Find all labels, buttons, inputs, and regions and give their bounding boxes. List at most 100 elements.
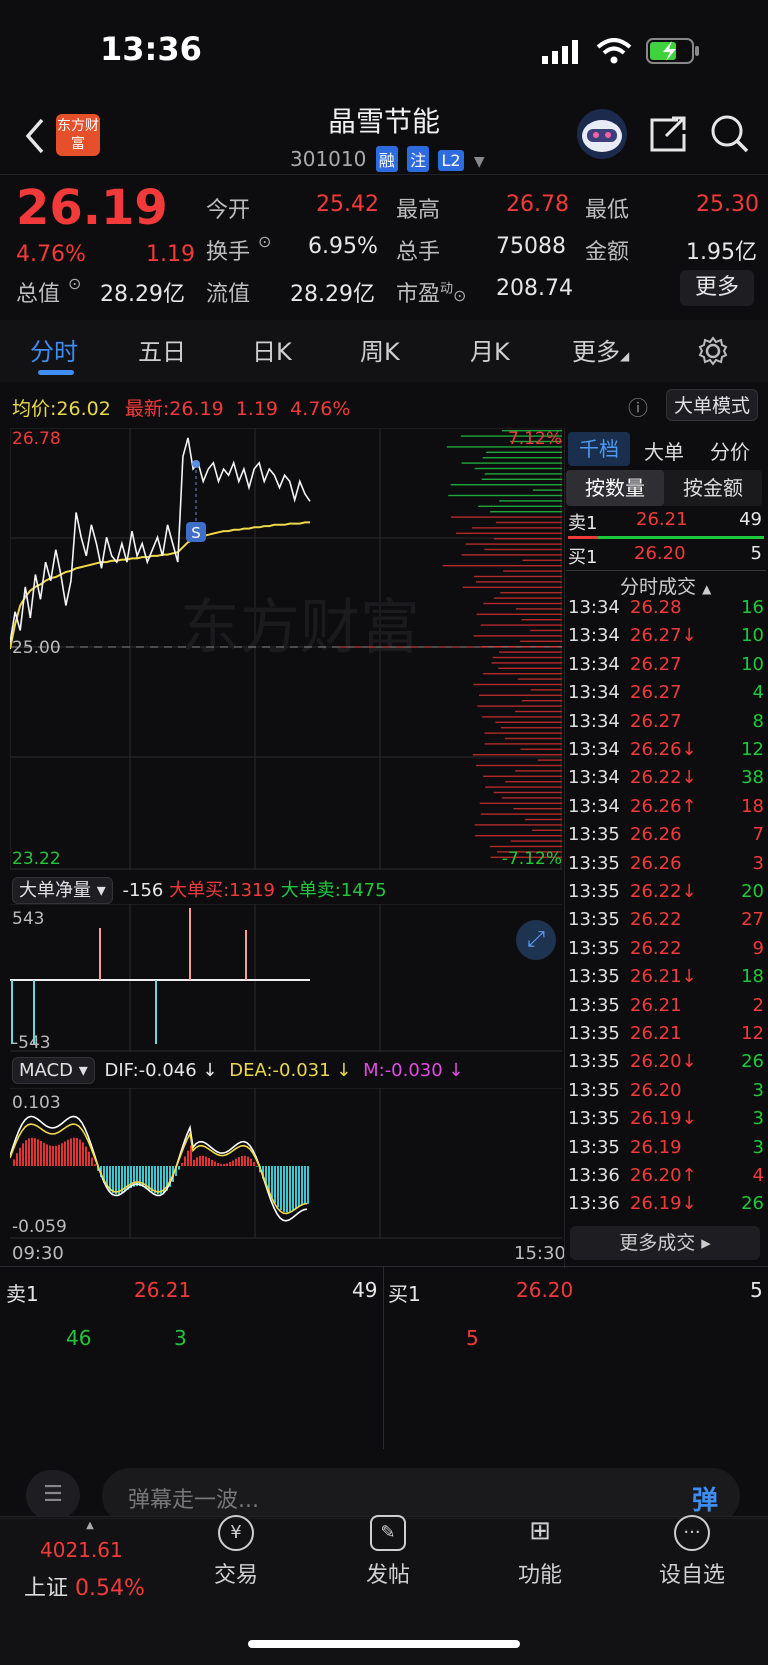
expand-icon[interactable]: ⤢ [516,920,556,960]
depth-bar [456,532,562,534]
trade-row: 13:35 26.21 2 [568,994,764,1016]
open-value: 25.42 [316,192,379,217]
tab-big-order[interactable]: 大单 [644,436,684,465]
macd-bar [229,1162,231,1166]
big-order-selector[interactable]: 大单净量 ▾ [12,877,113,904]
trade-row: 13:34 26.28 16 [568,597,764,618]
depth-bar [500,727,562,729]
macd-bar [193,1159,195,1166]
macd-bar [118,1166,120,1195]
x-label-start: 09:30 [12,1243,64,1264]
depth-bar [499,500,562,502]
depth-bar [482,716,562,718]
macd-bar [115,1166,117,1195]
more-button[interactable]: 更多 [680,270,754,306]
trade-row: 13:34 26.27 10 [568,653,764,675]
comment-list-icon[interactable]: ☰ [26,1470,80,1520]
info-icon[interactable]: ⊙ [68,274,81,293]
depth-bar [484,743,562,745]
s-marker-icon[interactable]: S [186,460,206,542]
depth-bar [461,554,562,556]
macd-bar [76,1138,78,1166]
depth-bar [484,732,562,734]
home-indicator[interactable] [248,1640,520,1648]
macd-bar [49,1145,51,1166]
macd-selector[interactable]: MACD ▾ [12,1057,95,1084]
tab-daily-k[interactable]: 日K [252,332,292,367]
nav-watchlist[interactable]: ··· 设自选 [622,1515,762,1589]
macd-bar [226,1163,228,1166]
macd-bar [220,1163,222,1166]
intraday-chart[interactable]: 东方财富 26.78 25.00 23.22 7.12% -7.12% S [10,428,562,870]
tab-intraday[interactable]: 分时 [30,332,78,367]
macd-bar [232,1160,234,1166]
tab-monthly-k[interactable]: 月K [470,332,510,367]
mktcap-value: 28.29亿 [100,282,185,307]
subtab-by-volume[interactable]: 按数量 [566,470,664,506]
macd-bar [196,1157,198,1166]
depth-bar [462,586,562,588]
depth-bar [530,629,562,632]
pe-sup: 动 [440,281,454,297]
tab-qiandang[interactable]: 千档 [568,432,630,466]
depth-bar [483,775,562,777]
trade-row: 13:35 26.26 7 [568,824,764,846]
depth-bar [478,505,562,507]
robot-avatar-icon[interactable] [575,108,629,160]
depth-bar [522,559,562,561]
status-time: 13:36 [100,30,202,68]
macd-bar [25,1140,27,1166]
macd-bar [178,1166,180,1170]
big-order-mode-button[interactable]: 大单模式 [666,389,758,421]
trades-title[interactable]: 分时成交 ▲ [620,572,711,599]
tab-weekly-k[interactable]: 周K [360,332,400,367]
macd-bar [79,1139,81,1166]
macd-bar [67,1139,69,1166]
depth-bar [472,754,562,756]
info-icon[interactable]: ⊙ [258,232,271,251]
nav-post[interactable]: ✎ 发帖 [318,1515,458,1589]
more-dots-icon: ··· [674,1515,710,1551]
depth-bar [537,759,562,761]
depth-bar [484,473,562,475]
trade-row: 13:35 26.22 9 [568,937,764,959]
depth-bar [515,608,562,610]
tab-price-dist[interactable]: 分价 [710,436,750,465]
y-label-top: 26.78 [12,429,61,449]
depth-bar [493,791,562,794]
macd-bar [82,1142,84,1166]
share-icon[interactable] [650,116,688,152]
stock-code-row[interactable]: 301010 融 注 L2 ▼ [290,146,485,172]
nav-functions[interactable]: ⊞ 功能 [470,1515,610,1589]
y-label-mid: 25.00 [12,638,61,658]
depth-bar [498,651,562,653]
nav-trade[interactable]: ¥ 交易 [166,1515,306,1589]
settings-gear-icon[interactable] [698,336,728,366]
macd-bar [298,1166,300,1207]
subtab-by-amount[interactable]: 按金额 [664,470,762,506]
more-trades-button[interactable]: 更多成交 ▸ [570,1226,760,1260]
depth-bar [473,683,562,686]
danmaku-send-icon[interactable]: 弹 [692,1480,718,1517]
macd-bar [238,1157,240,1166]
tab-more[interactable]: 更多◢ [572,332,629,367]
depth-bar [498,667,562,669]
search-icon[interactable] [710,114,750,154]
depth-bar [465,543,562,545]
trade-row: 13:35 26.20 3 [568,1079,764,1101]
grid-icon: ⊞ [529,1516,551,1546]
pe-value: 208.74 [496,276,573,301]
index-ticker[interactable]: ▲ 4021.61 上证 0.54% [20,1520,160,1601]
macd-bar [70,1138,72,1166]
trade-row: 13:35 26.20↓ 26 [568,1051,764,1073]
depth-bar [476,613,562,615]
macd-bar [64,1141,66,1166]
depth-bar [482,457,562,459]
help-icon[interactable]: ⓘ [628,392,648,421]
tab-five-day[interactable]: 五日 [138,332,186,367]
macd-bar [85,1146,87,1166]
macd-bar [214,1161,216,1166]
x-label-end: 15:30 [514,1243,566,1264]
depth-bar [500,592,562,594]
macd-bar [61,1143,63,1166]
